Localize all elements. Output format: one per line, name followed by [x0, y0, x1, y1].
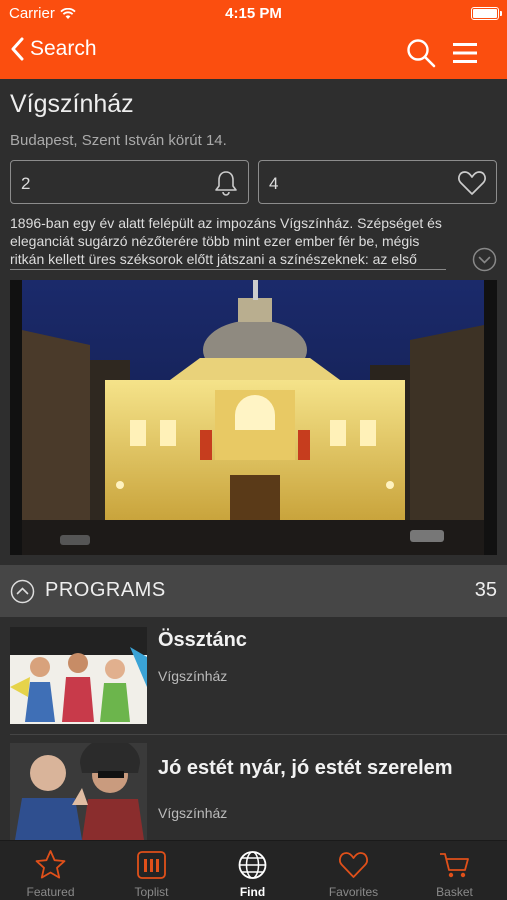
tab-label: Basket [436, 885, 473, 899]
venue-description: 1896-ban egy év alatt felépült az impozá… [10, 214, 446, 270]
heart-icon [458, 171, 486, 195]
globe-icon [238, 851, 267, 879]
venue-title: Vígszínház [10, 90, 134, 118]
tab-label: Featured [26, 885, 75, 899]
tab-favorites[interactable]: Favorites [303, 841, 404, 900]
status-bar: Carrier 4:15 PM [0, 0, 507, 28]
tab-find[interactable]: Find [202, 841, 303, 900]
program-venue: Vígszínház [158, 805, 228, 821]
chevron-up-icon [10, 579, 35, 604]
program-venue: Vígszínház [158, 668, 228, 684]
favorite-count: 4 [269, 174, 279, 193]
venue-photo [10, 280, 497, 555]
nav-bar: Search [0, 28, 507, 79]
list-divider [10, 734, 507, 735]
venue-address: Budapest, Szent István körút 14. [10, 132, 227, 149]
heart-icon [339, 852, 368, 878]
bell-icon [215, 171, 237, 196]
back-button[interactable]: Search [10, 37, 97, 61]
tab-bar: Featured Toplist Find Favorites Basket [0, 840, 507, 900]
tab-basket[interactable]: Basket [404, 841, 505, 900]
tab-featured[interactable]: Featured [0, 841, 101, 900]
cart-icon [440, 853, 469, 878]
reminder-box[interactable]: 2 [10, 160, 249, 204]
hamburger-icon[interactable] [450, 38, 480, 68]
chevron-left-icon [11, 37, 24, 61]
program-thumbnail [10, 743, 147, 840]
back-label: Search [30, 37, 97, 60]
programs-count: 35 [474, 579, 497, 601]
tab-label: Toplist [134, 885, 169, 899]
star-icon [35, 850, 66, 879]
top-bar: Carrier 4:15 PM Search [0, 0, 507, 79]
program-title: Össztánc [158, 629, 247, 651]
tab-toplist[interactable]: Toplist [101, 841, 202, 900]
status-time: 4:15 PM [225, 5, 282, 22]
program-thumbnail [10, 627, 147, 724]
tab-label: Favorites [328, 885, 379, 899]
favorite-box[interactable]: 4 [258, 160, 497, 204]
program-item[interactable]: Össztánc Vígszínház [0, 627, 507, 727]
toplist-icon [137, 851, 166, 879]
program-title: Jó estét nyár, jó estét szerelem [158, 757, 453, 779]
program-item[interactable]: Jó estét nyár, jó estét szerelem Vígszín… [0, 743, 507, 843]
chevron-down-icon[interactable] [472, 247, 497, 272]
programs-header[interactable]: PROGRAMS 35 [0, 565, 507, 617]
reminder-count: 2 [21, 174, 31, 193]
search-icon[interactable] [405, 37, 437, 69]
programs-label: PROGRAMS [45, 579, 166, 601]
tab-label: Find [239, 885, 266, 899]
battery-icon [471, 7, 502, 20]
